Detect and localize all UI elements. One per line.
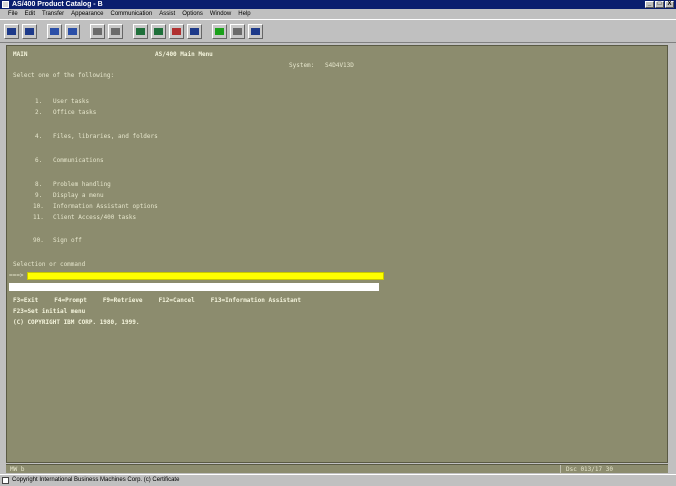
window-controls: _ □ X [645, 1, 674, 8]
keypad-icon [190, 27, 199, 35]
macro-button[interactable] [133, 23, 148, 39]
selection-label: Selection or command [13, 261, 86, 268]
keypad-button[interactable] [187, 23, 202, 39]
disconnect-icon [233, 27, 242, 35]
f13-info-assistant-key[interactable]: F13=Information Assistant [211, 297, 301, 304]
print-screen-icon [25, 27, 34, 35]
f9-retrieve-key[interactable]: F9=Retrieve [103, 297, 143, 304]
disconnect-button[interactable] [230, 23, 245, 39]
command-input[interactable] [27, 272, 384, 280]
macro-icon [136, 27, 145, 35]
run-icon [215, 27, 224, 35]
option-number: 90. [33, 237, 44, 244]
copy-button[interactable] [90, 23, 105, 39]
f4-prompt-key[interactable]: F4=Prompt [54, 297, 87, 304]
menu-file[interactable]: File [8, 9, 18, 19]
menu-help[interactable]: Help [238, 9, 250, 19]
menu-options[interactable]: Options [182, 9, 203, 19]
system-label: System: [289, 62, 315, 69]
status-divider [560, 465, 561, 474]
f12-cancel-key[interactable]: F12=Cancel [159, 297, 195, 304]
help-icon [251, 27, 260, 35]
option-user-tasks[interactable]: User tasks [53, 98, 89, 105]
send-button[interactable] [47, 23, 62, 39]
paste-icon [111, 27, 120, 35]
send-icon [50, 27, 59, 35]
screen-id: MAIN [13, 51, 28, 58]
copyright-notice: (C) COPYRIGHT IBM CORP. 1980, 1999. [13, 319, 140, 326]
color-button[interactable] [169, 23, 184, 39]
system-name: S4D4V13D [325, 62, 354, 69]
menu-communication[interactable]: Communication [111, 9, 153, 19]
receive-icon [68, 27, 77, 35]
option-number: 6. [35, 157, 43, 164]
option-number: 10. [33, 203, 44, 210]
option-number: 11. [33, 214, 44, 221]
cursor-position: Dsc 013/17 30 [566, 466, 613, 473]
window-title: AS/400 Product Catalog - B [12, 1, 103, 8]
help-button[interactable] [248, 23, 263, 39]
record-icon [154, 27, 163, 35]
status-left: MW b [10, 466, 25, 473]
command-continuation-line[interactable] [9, 283, 379, 291]
run-button[interactable] [212, 23, 227, 39]
option-number: 1. [35, 98, 43, 105]
app-icon [2, 1, 9, 8]
paste-button[interactable] [108, 23, 123, 39]
terminal-screen[interactable]: MAIN AS/400 Main Menu System: S4D4V13D S… [6, 45, 668, 463]
certificate-icon [2, 477, 9, 484]
title-bar: AS/400 Product Catalog - B _ □ X [0, 0, 676, 9]
menu-window[interactable]: Window [210, 9, 231, 19]
menu-transfer[interactable]: Transfer [42, 9, 64, 19]
option-client-access[interactable]: Client Access/400 tasks [53, 214, 136, 221]
option-number: 2. [35, 109, 43, 116]
function-keys: F3=Exit F4=Prompt F9=Retrieve F12=Cancel… [13, 297, 301, 304]
maximize-button[interactable]: □ [655, 1, 664, 8]
close-button[interactable]: X [665, 1, 674, 8]
option-problem-handling[interactable]: Problem handling [53, 181, 111, 188]
option-office-tasks[interactable]: Office tasks [53, 109, 96, 116]
menu-edit[interactable]: Edit [25, 9, 35, 19]
menu-bar: File Edit Transfer Appearance Communicat… [0, 9, 676, 19]
toolbar [0, 19, 676, 43]
option-display-menu[interactable]: Display a menu [53, 192, 104, 199]
screen-heading: AS/400 Main Menu [155, 51, 213, 58]
option-info-assistant[interactable]: Information Assistant options [53, 203, 158, 210]
option-number: 8. [35, 181, 43, 188]
print-icon [7, 27, 16, 35]
color-icon [172, 27, 181, 35]
copy-icon [93, 27, 102, 35]
screen-prompt: Select one of the following: [13, 72, 115, 79]
option-number: 4. [35, 133, 43, 140]
input-prompt: ===> [9, 272, 24, 279]
minimize-button[interactable]: _ [645, 1, 654, 8]
menu-appearance[interactable]: Appearance [71, 9, 103, 19]
menu-assist[interactable]: Assist [159, 9, 175, 19]
option-files[interactable]: Files, libraries, and folders [53, 133, 158, 140]
print-screen-button[interactable] [22, 23, 37, 39]
option-number: 9. [35, 192, 43, 199]
bottom-status-text: Copyright International Business Machine… [12, 477, 180, 483]
f23-set-initial-menu-key[interactable]: F23=Set initial menu [13, 308, 85, 315]
print-button[interactable] [4, 23, 19, 39]
bottom-status-bar: Copyright International Business Machine… [0, 474, 676, 485]
option-sign-off[interactable]: Sign off [53, 237, 82, 244]
f3-exit-key[interactable]: F3=Exit [13, 297, 38, 304]
receive-button[interactable] [65, 23, 80, 39]
record-button[interactable] [151, 23, 166, 39]
option-communications[interactable]: Communications [53, 157, 104, 164]
terminal-status-line: MW b Dsc 013/17 30 [6, 464, 668, 474]
